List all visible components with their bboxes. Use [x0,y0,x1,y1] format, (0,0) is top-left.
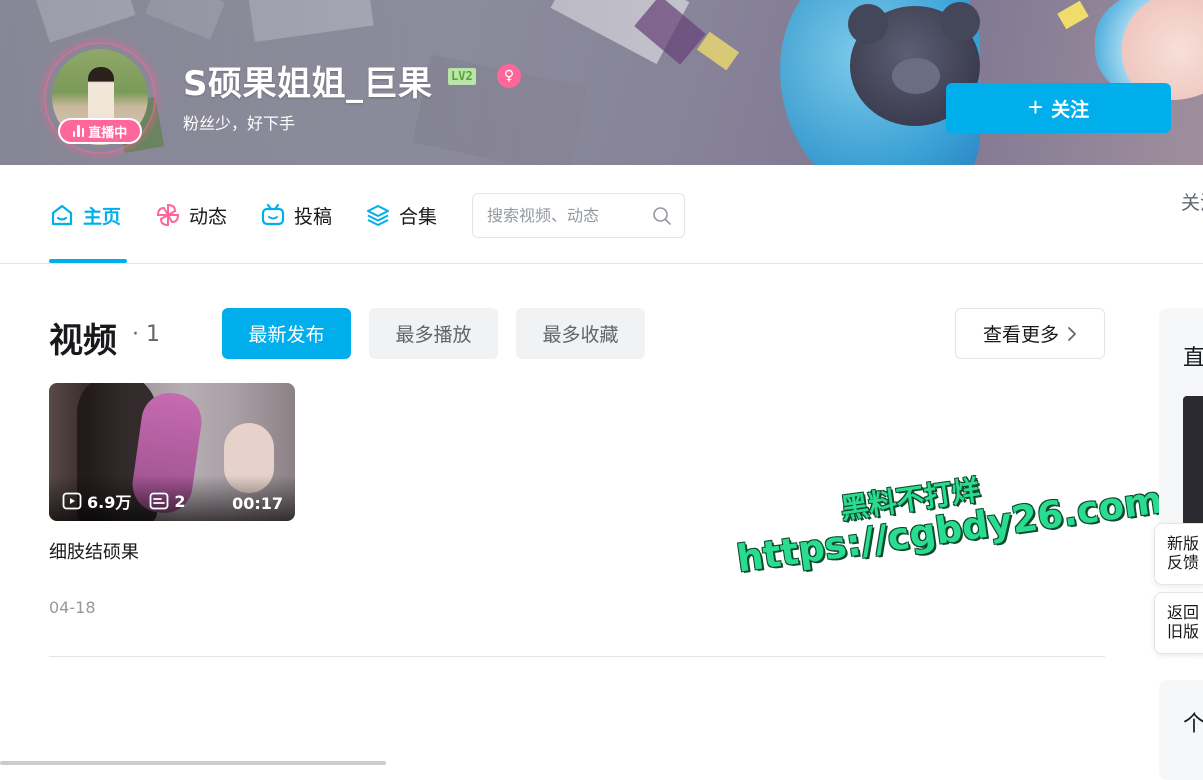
live-card-title: 直 [1183,346,1203,371]
video-thumbnail[interactable]: 6.9万 2 00:17 [49,383,295,521]
search-box[interactable] [472,193,685,238]
live-card-image[interactable] [1183,396,1203,526]
active-tab-indicator [49,259,127,263]
section-count: · 1 [132,322,160,347]
sort-most-favorited-button[interactable]: 最多收藏 [516,308,645,359]
username: S硕果姐姐_巨果 [183,64,433,104]
chevron-right-icon [1068,326,1076,341]
back-to-old-button[interactable]: 返回 旧版 [1154,592,1203,654]
live-badge-label: 直播中 [88,125,128,141]
horizontal-scrollbar[interactable] [0,761,386,765]
home-icon [51,204,73,226]
sort-most-played-button[interactable]: 最多播放 [369,308,498,359]
tab-home[interactable]: 主页 [49,198,121,232]
video-title[interactable]: 细肢结硕果 [49,538,139,564]
danmaku-icon [149,492,169,510]
layers-icon [367,205,389,226]
profile-info-title: 个 [1183,712,1203,737]
feedback-button[interactable]: 新版 反馈 [1154,523,1203,585]
tab-collections[interactable]: 合集 [365,198,437,232]
tab-dynamic-label: 动态 [189,205,228,228]
tab-dynamic[interactable]: 动态 [155,198,227,232]
section-title: 视频 [49,321,117,361]
female-icon: ♀ [497,64,521,88]
nav-following-stat[interactable]: 关注 [1181,188,1203,215]
avatar[interactable]: 直播中 [44,42,160,158]
plus-icon: + [1027,91,1044,122]
live-card[interactable]: 直 [1159,308,1203,543]
space-nav: 主页 动态 投稿 合集 关注 [0,165,1203,264]
user-signature: 粉丝少，好下手 [183,114,296,133]
video-card[interactable]: 6.9万 2 00:17 [49,383,295,521]
search-icon[interactable] [652,206,672,226]
profile-banner: 直播中 S硕果姐姐_巨果 LV2 ♀ 粉丝少，好下手 + 关注 [0,0,1203,165]
level-badge: LV2 [448,68,476,85]
video-duration: 00:17 [232,494,283,513]
section-divider [49,656,1105,657]
view-more-label: 查看更多 [982,324,1059,346]
live-badge[interactable]: 直播中 [58,118,142,144]
tab-home-label: 主页 [83,205,122,228]
tab-collections-label: 合集 [399,205,438,228]
comment-count: 2 [174,491,186,511]
view-more-button[interactable]: 查看更多 [955,308,1105,359]
live-bars-icon [72,125,85,137]
tv-icon [261,203,285,226]
view-count: 6.9万 [87,493,132,512]
profile-info-card: 个 [1159,680,1203,780]
tab-uploads[interactable]: 投稿 [260,198,332,232]
play-count-icon [62,492,82,510]
follow-label: 关注 [1051,99,1090,121]
pinwheel-icon [156,203,180,227]
search-input[interactable] [487,194,647,237]
follow-button[interactable]: + 关注 [946,83,1171,133]
sort-latest-button[interactable]: 最新发布 [222,308,351,359]
video-date: 04-18 [49,598,96,617]
tab-uploads-label: 投稿 [294,205,333,228]
